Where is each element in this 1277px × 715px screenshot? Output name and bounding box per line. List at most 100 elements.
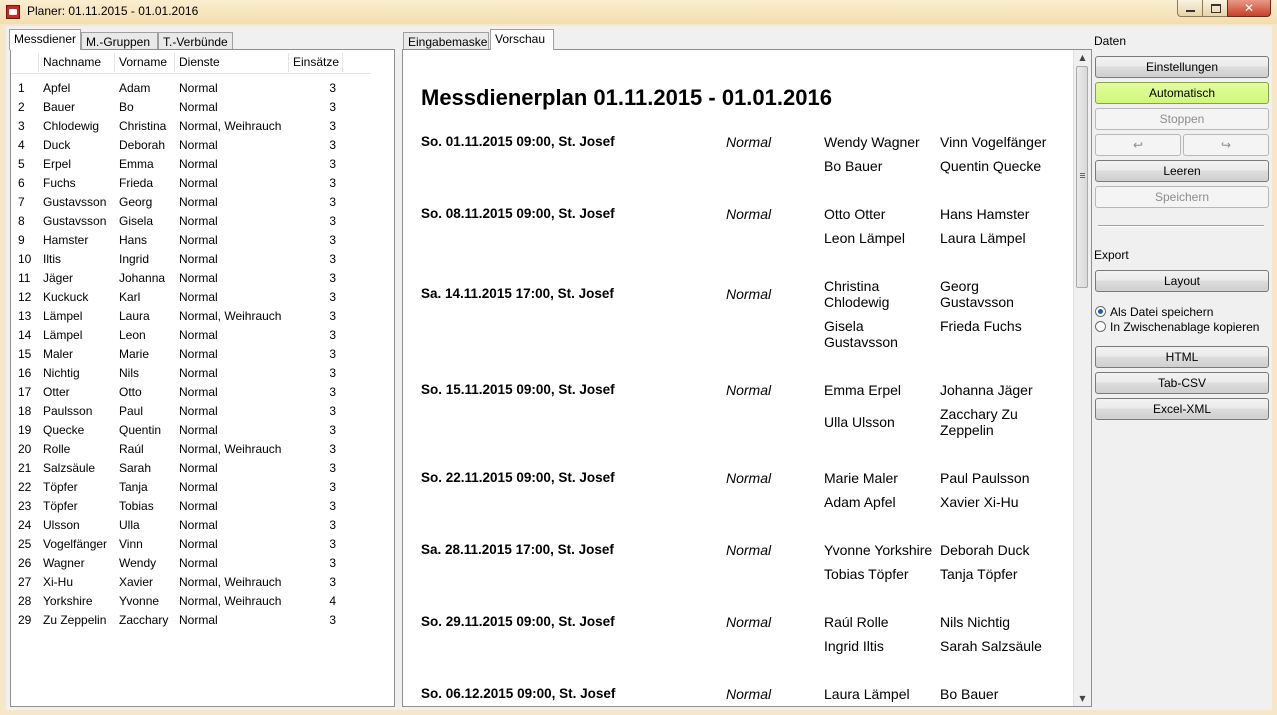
row-vorname: Otto [119, 385, 142, 399]
table-row[interactable]: 14 Lämpel Leon Normal 3 [11, 326, 371, 345]
row-vorname: Wendy [119, 556, 157, 570]
row-dienste: Normal [179, 423, 218, 437]
server-name: Wendy Wagner [824, 134, 920, 150]
row-einsaetze: 3 [329, 138, 336, 152]
server-name: Sarah Salzsäule [940, 638, 1042, 654]
table-row[interactable]: 15 Maler Marie Normal 3 [11, 345, 371, 364]
speichern-button[interactable]: Speichern [1095, 186, 1269, 208]
row-index: 13 [18, 309, 32, 323]
column-header-nachname[interactable]: Nachname [39, 53, 115, 72]
row-nachname: Quecke [43, 423, 85, 437]
table-row[interactable]: 12 Kuckuck Karl Normal 3 [11, 288, 371, 307]
close-button[interactable] [1227, 0, 1271, 17]
tab-messdiener[interactable]: Messdiener [9, 29, 81, 50]
row-nachname: Zu Zeppelin [43, 613, 107, 627]
table-row[interactable]: 26 Wagner Wendy Normal 3 [11, 554, 371, 573]
column-header-vorname[interactable]: Vorname [115, 53, 175, 72]
row-einsaetze: 3 [329, 309, 336, 323]
server-name: Nils Nichtig [940, 614, 1011, 630]
maximize-button[interactable] [1202, 0, 1228, 17]
scroll-down-icon[interactable]: ▼ [1074, 691, 1091, 706]
automatisch-button[interactable]: Automatisch [1095, 82, 1269, 104]
row-index: 5 [18, 157, 25, 171]
column-header-index[interactable] [11, 53, 39, 72]
tab-m-gruppen[interactable]: M.-Gruppen [81, 32, 158, 50]
scroll-thumb[interactable] [1076, 66, 1088, 288]
layout-button[interactable]: Layout [1095, 270, 1269, 292]
row-index: 12 [18, 290, 32, 304]
title-bar: Planer: 01.11.2015 - 01.01.2016 [0, 0, 1277, 24]
table-row[interactable]: 7 Gustavsson Georg Normal 3 [11, 193, 371, 212]
table-row[interactable]: 1 Apfel Adam Normal 3 [11, 79, 371, 98]
table-row[interactable]: 16 Nichtig Nils Normal 3 [11, 364, 371, 383]
table-row[interactable]: 23 Töpfer Tobias Normal 3 [11, 497, 371, 516]
row-nachname: Nichtig [43, 366, 80, 380]
preview-scrollbar[interactable]: ▲ ▼ [1073, 50, 1091, 706]
server-name: Zacchary Zu Zeppelin [940, 406, 1018, 438]
entry-type: Normal [726, 542, 772, 558]
row-dienste: Normal [179, 100, 218, 114]
table-row[interactable]: 20 Rolle Raúl Normal, Weihrauch 3 [11, 440, 371, 459]
row-dienste: Normal [179, 328, 218, 342]
row-vorname: Yvonne [119, 594, 160, 608]
table-row[interactable]: 24 Ulsson Ulla Normal 3 [11, 516, 371, 535]
stoppen-button[interactable]: Stoppen [1095, 108, 1269, 130]
server-name: Christina Chlodewig [824, 278, 890, 310]
table-row[interactable]: 28 Yorkshire Yvonne Normal, Weihrauch 4 [11, 592, 371, 611]
excel-xml-export-button[interactable]: Excel-XML [1095, 398, 1269, 420]
table-row[interactable]: 10 Iltis Ingrid Normal 3 [11, 250, 371, 269]
row-dienste: Normal [179, 613, 218, 627]
tab-vorschau[interactable]: Vorschau [490, 29, 554, 50]
row-index: 27 [18, 575, 32, 589]
row-dienste: Normal [179, 252, 218, 266]
redo-button[interactable]: ↪ [1183, 134, 1269, 156]
table-row[interactable]: 21 Salzsäule Sarah Normal 3 [11, 459, 371, 478]
minimize-button[interactable] [1177, 0, 1203, 17]
row-einsaetze: 3 [329, 366, 336, 380]
undo-button[interactable]: ↩ [1095, 134, 1181, 156]
scroll-up-icon[interactable]: ▲ [1074, 50, 1091, 65]
table-row[interactable]: 29 Zu Zeppelin Zacchary Normal 3 [11, 611, 371, 630]
tab-csv-export-button[interactable]: Tab-CSV [1095, 372, 1269, 394]
table-row[interactable]: 9 Hamster Hans Normal 3 [11, 231, 371, 250]
row-nachname: Vogelfänger [43, 537, 108, 551]
html-export-button[interactable]: HTML [1095, 346, 1269, 368]
row-index: 1 [18, 81, 25, 95]
einstellungen-button[interactable]: Einstellungen [1095, 56, 1269, 78]
entry-date: So. 22.11.2015 09:00, St. Josef [421, 470, 615, 485]
table-row[interactable]: 19 Quecke Quentin Normal 3 [11, 421, 371, 440]
table-row[interactable]: 13 Lämpel Laura Normal, Weihrauch 3 [11, 307, 371, 326]
table-row[interactable]: 18 Paulsson Paul Normal 3 [11, 402, 371, 421]
row-dienste: Normal [179, 138, 218, 152]
row-nachname: Lämpel [43, 309, 83, 323]
table-row[interactable]: 11 Jäger Johanna Normal 3 [11, 269, 371, 288]
table-row[interactable]: 8 Gustavsson Gisela Normal 3 [11, 212, 371, 231]
leeren-button[interactable]: Leeren [1095, 160, 1269, 182]
window-title: Planer: 01.11.2015 - 01.01.2016 [27, 4, 199, 18]
radio-zwischenablage-label: In Zwischenablage kopieren [1110, 320, 1260, 334]
column-header-einsaetze[interactable]: Einsätze [289, 53, 343, 72]
row-nachname: Kuckuck [43, 290, 89, 304]
column-header-dienste[interactable]: Dienste [175, 53, 289, 72]
server-name: Bo Bauer [824, 158, 883, 174]
row-einsaetze: 3 [329, 480, 336, 494]
row-vorname: Paul [119, 404, 144, 418]
table-row[interactable]: 17 Otter Otto Normal 3 [11, 383, 371, 402]
tab-eingabemaske[interactable]: Eingabemaske [403, 32, 489, 50]
entry-date: So. 06.12.2015 09:00, St. Josef [421, 686, 616, 701]
redo-icon: ↪ [1220, 138, 1232, 152]
table-row[interactable]: 6 Fuchs Frieda Normal 3 [11, 174, 371, 193]
table-row[interactable]: 27 Xi-Hu Xavier Normal, Weihrauch 3 [11, 573, 371, 592]
tab-t-verbuende[interactable]: T.-Verbünde [158, 32, 233, 50]
row-dienste: Normal [179, 404, 218, 418]
table-row[interactable]: 2 Bauer Bo Normal 3 [11, 98, 371, 117]
row-index: 8 [18, 214, 25, 228]
table-row[interactable]: 22 Töpfer Tanja Normal 3 [11, 478, 371, 497]
table-row[interactable]: 3 Chlodewig Christina Normal, Weihrauch 3 [11, 117, 371, 136]
table-row[interactable]: 4 Duck Deborah Normal 3 [11, 136, 371, 155]
row-nachname: Maler [43, 347, 74, 361]
table-row[interactable]: 25 Vogelfänger Vinn Normal 3 [11, 535, 371, 554]
table-row[interactable]: 5 Erpel Emma Normal 3 [11, 155, 371, 174]
messdiener-list[interactable]: Nachname Vorname Dienste Einsätze 1 Apfel… [10, 49, 395, 707]
row-dienste: Normal [179, 537, 218, 551]
